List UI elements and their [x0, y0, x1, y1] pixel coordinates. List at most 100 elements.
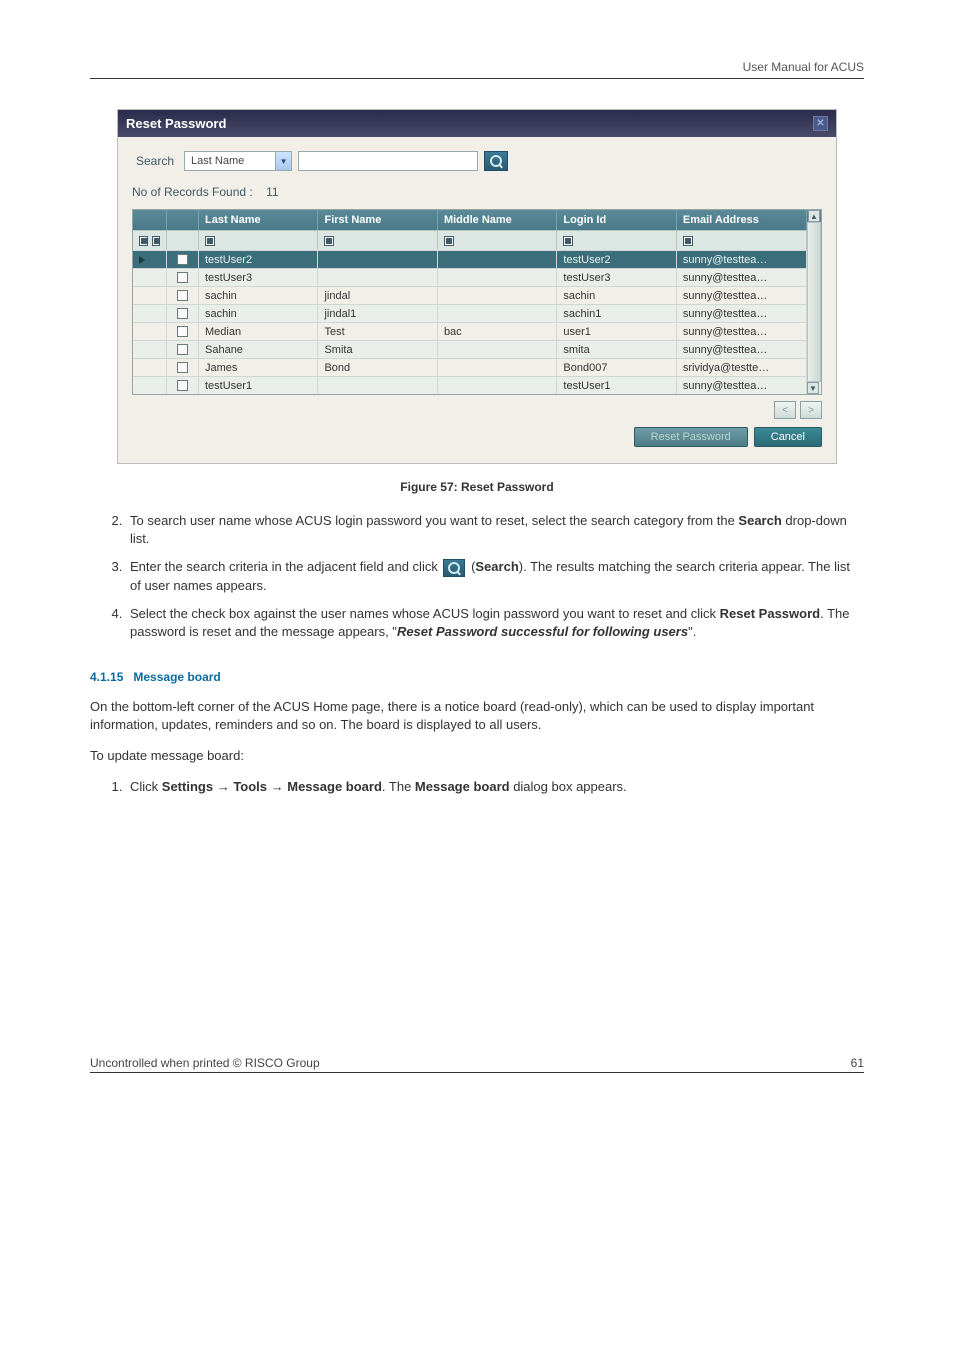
search-input[interactable]	[298, 151, 478, 171]
row-checkbox[interactable]	[177, 380, 188, 391]
col-first-name[interactable]: First Name	[318, 210, 437, 230]
text: ".	[688, 624, 696, 639]
arrow-icon: →	[213, 779, 233, 794]
search-button[interactable]	[484, 151, 508, 171]
text: Select the check box against the user na…	[130, 606, 720, 621]
row-checkbox-cell	[167, 286, 199, 304]
row-checkbox[interactable]	[177, 272, 188, 283]
filter-icon[interactable]	[563, 236, 573, 246]
scroll-up-icon[interactable]: ▲	[808, 210, 820, 222]
cell-middle-name	[438, 268, 557, 286]
table-row[interactable]: sachinjindal1sachin1sunny@testtea…	[133, 304, 807, 322]
row-indicator	[133, 340, 167, 358]
section-step-1: Click Settings → Tools → Message board. …	[126, 778, 864, 796]
cell-middle-name: bac	[438, 322, 557, 340]
row-checkbox[interactable]	[177, 362, 188, 373]
cell-email: sunny@testtea…	[677, 250, 807, 268]
cell-last-name: testUser3	[199, 268, 318, 286]
cell-last-name: testUser1	[199, 376, 318, 394]
cell-middle-name	[438, 304, 557, 322]
table-row[interactable]: MedianTestbacuser1sunny@testtea…	[133, 322, 807, 340]
row-checkbox-cell	[167, 340, 199, 358]
text-bold: Search	[738, 513, 781, 528]
action-buttons: Reset Password Cancel	[132, 427, 822, 447]
cancel-button[interactable]: Cancel	[754, 427, 822, 447]
table-row[interactable]: SahaneSmitasmitasunny@testtea…	[133, 340, 807, 358]
col-middle-name[interactable]: Middle Name	[438, 210, 557, 230]
cell-email: sunny@testtea…	[677, 268, 807, 286]
grid-header: Last Name First Name Middle Name Login I…	[133, 210, 807, 230]
chevron-down-icon[interactable]: ▼	[275, 152, 291, 170]
filter-icon[interactable]	[683, 236, 693, 246]
cell-last-name: testUser2	[199, 250, 318, 268]
text-bold-italic: Reset Password successful for following …	[397, 624, 688, 639]
search-category-combo[interactable]: Last Name ▼	[184, 151, 292, 171]
page-prev-button[interactable]: <	[774, 401, 796, 419]
col-login-id[interactable]: Login Id	[557, 210, 676, 230]
row-checkbox[interactable]	[177, 290, 188, 301]
text-bold: Settings	[162, 779, 213, 794]
row-checkbox[interactable]	[177, 326, 188, 337]
table-row[interactable]: testUser1testUser1sunny@testtea…	[133, 376, 807, 394]
instruction-3: Enter the search criteria in the adjacen…	[126, 558, 864, 595]
row-indicator	[133, 304, 167, 322]
row-indicator	[133, 322, 167, 340]
reset-password-dialog: Reset Password ✕ Search Last Name ▼ No o…	[117, 109, 837, 464]
records-label: No of Records Found :	[132, 185, 253, 199]
row-checkbox-cell	[167, 250, 199, 268]
search-label: Search	[132, 152, 178, 170]
table-row[interactable]: testUser3testUser3sunny@testtea…	[133, 268, 807, 286]
col-email[interactable]: Email Address	[677, 210, 807, 230]
section-title: Message board	[133, 670, 220, 684]
section-paragraph-1: On the bottom-left corner of the ACUS Ho…	[90, 698, 864, 736]
grid-body: testUser2testUser2sunny@testtea…testUser…	[133, 250, 807, 394]
page-next-button[interactable]: >	[800, 401, 822, 419]
table-row[interactable]: sachinjindalsachinsunny@testtea…	[133, 286, 807, 304]
search-icon	[490, 155, 502, 167]
row-checkbox-cell	[167, 322, 199, 340]
results-grid: Last Name First Name Middle Name Login I…	[132, 209, 822, 395]
search-icon	[443, 559, 465, 577]
cell-last-name: Median	[199, 322, 318, 340]
header-rule	[90, 78, 864, 79]
cell-last-name: sachin	[199, 286, 318, 304]
text-bold: Reset Password	[720, 606, 820, 621]
vertical-scrollbar[interactable]: ▲ ▼	[807, 210, 821, 394]
row-checkbox-cell	[167, 376, 199, 394]
cell-last-name: James	[199, 358, 318, 376]
cell-email: sunny@testtea…	[677, 322, 807, 340]
row-indicator	[133, 250, 167, 268]
col-last-name[interactable]: Last Name	[199, 210, 318, 230]
header-indicator	[133, 210, 167, 230]
filter-icon[interactable]	[139, 236, 148, 246]
reset-password-button[interactable]: Reset Password	[634, 427, 748, 447]
combo-value: Last Name	[185, 154, 275, 168]
filter-icon[interactable]	[444, 236, 454, 246]
text-bold: Message board	[415, 779, 510, 794]
instruction-list: To search user name whose ACUS login pas…	[108, 512, 864, 642]
table-row[interactable]: testUser2testUser2sunny@testtea…	[133, 250, 807, 268]
cell-login-id: user1	[557, 322, 676, 340]
row-checkbox[interactable]	[177, 344, 188, 355]
cell-email: srividya@testte…	[677, 358, 807, 376]
current-row-icon	[139, 256, 145, 264]
cell-email: sunny@testtea…	[677, 304, 807, 322]
row-indicator	[133, 268, 167, 286]
cell-last-name: Sahane	[199, 340, 318, 358]
table-row[interactable]: JamesBondBond007srividya@testte…	[133, 358, 807, 376]
scroll-down-icon[interactable]: ▼	[807, 382, 819, 394]
filter-icon[interactable]	[152, 236, 161, 246]
row-checkbox[interactable]	[177, 254, 188, 265]
figure-caption: Figure 57: Reset Password	[90, 480, 864, 494]
search-row: Search Last Name ▼	[132, 151, 822, 171]
cell-email: sunny@testtea…	[677, 376, 807, 394]
text-bold: Tools	[233, 779, 267, 794]
filter-icon[interactable]	[324, 236, 334, 246]
cell-first-name: Bond	[318, 358, 437, 376]
text: Click	[130, 779, 162, 794]
header-checkbox	[167, 210, 199, 230]
filter-icon[interactable]	[205, 236, 215, 246]
close-icon[interactable]: ✕	[813, 116, 828, 131]
row-checkbox[interactable]	[177, 308, 188, 319]
cell-login-id: testUser3	[557, 268, 676, 286]
